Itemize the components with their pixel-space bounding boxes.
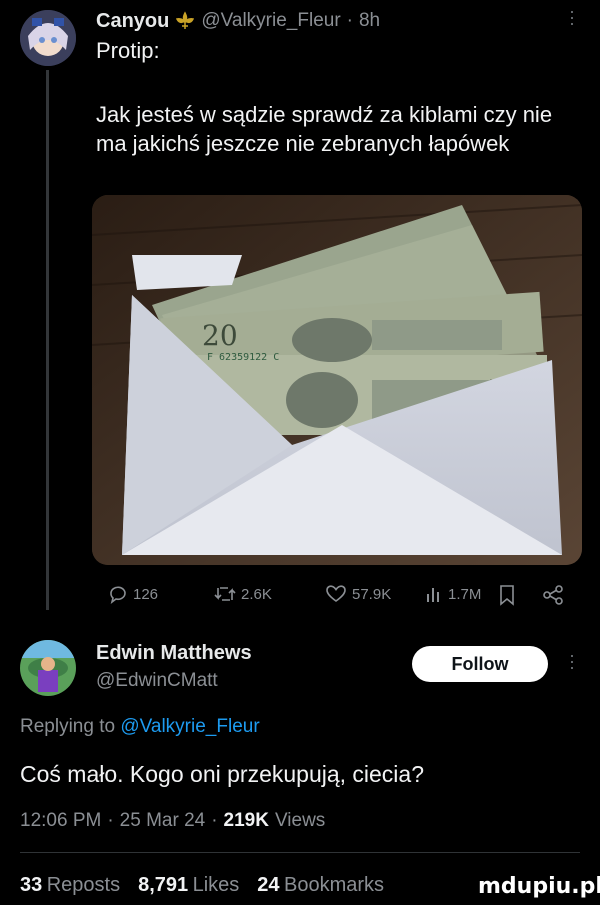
thread-line xyxy=(46,70,49,610)
author-avatar[interactable] xyxy=(20,10,76,66)
separator-dot: · xyxy=(107,810,114,831)
watermark: mdupiu.pl xyxy=(478,874,600,899)
views-icon xyxy=(425,584,443,604)
likes-count: 8,791 xyxy=(138,874,189,896)
tweet-time[interactable]: 8h xyxy=(359,10,380,32)
reply-views-count: 219K xyxy=(223,810,269,831)
repost-icon xyxy=(214,584,236,604)
reply-action[interactable]: 126 xyxy=(108,584,158,604)
reposts-label: Reposts xyxy=(46,874,121,896)
replying-to-handle[interactable]: @Valkyrie_Fleur xyxy=(120,716,259,737)
likes-label: Likes xyxy=(192,874,240,896)
reply-date[interactable]: 25 Mar 24 xyxy=(120,810,206,832)
svg-text:20: 20 xyxy=(202,319,238,352)
tweet-image[interactable]: 20 50 F 62359122 C xyxy=(92,195,582,565)
reposts-stat[interactable]: 33 Reposts xyxy=(20,874,120,897)
bookmarks-label: Bookmarks xyxy=(284,874,385,896)
bookmark-icon[interactable] xyxy=(498,584,516,606)
views-action[interactable]: 1.7M xyxy=(425,584,481,604)
reply-views-label: Views xyxy=(274,810,326,831)
replying-to-label: Replying to xyxy=(20,716,116,737)
repost-count: 2.6K xyxy=(241,585,272,603)
repost-action[interactable]: 2.6K xyxy=(214,584,272,604)
like-action[interactable]: 57.9K xyxy=(325,584,391,604)
reply-author-name[interactable]: Edwin Matthews xyxy=(96,642,252,665)
like-count: 57.9K xyxy=(352,585,392,603)
reply-avatar[interactable] xyxy=(20,640,76,696)
share-icon[interactable] xyxy=(542,584,564,606)
author-name[interactable]: Canyou xyxy=(96,10,169,33)
reply-text: Coś mało. Kogo oni przekupują, ciecia? xyxy=(20,761,425,787)
views-count: 1.7M xyxy=(448,585,482,603)
reply-time[interactable]: 12:06 PM xyxy=(20,810,101,832)
likes-stat[interactable]: 8,791 Likes xyxy=(138,874,239,897)
follow-button[interactable]: Follow xyxy=(412,646,548,682)
svg-text:F 62359122 C: F 62359122 C xyxy=(207,352,279,363)
tweet-intro: Protip: xyxy=(96,38,160,63)
reply-count: 126 xyxy=(133,585,159,603)
author-handle[interactable]: @Valkyrie_Fleur xyxy=(201,10,340,32)
reply-icon xyxy=(108,584,128,604)
reply-author-handle[interactable]: @EdwinCMatt xyxy=(96,670,218,692)
bookmarks-stat[interactable]: 24 Bookmarks xyxy=(257,874,384,897)
like-icon xyxy=(325,584,347,604)
separator-dot: · xyxy=(346,10,353,31)
reply-more-dots-icon[interactable]: · · · xyxy=(568,646,575,676)
divider xyxy=(20,852,580,853)
more-dots-icon[interactable]: · · · xyxy=(568,2,575,32)
separator-dot: · xyxy=(211,810,218,831)
reposts-count: 33 xyxy=(20,874,43,896)
verified-fleur-icon xyxy=(175,11,195,31)
bookmarks-count: 24 xyxy=(257,874,280,896)
tweet-text: Jak jesteś w sądzie sprawdź za kiblami c… xyxy=(96,102,553,156)
